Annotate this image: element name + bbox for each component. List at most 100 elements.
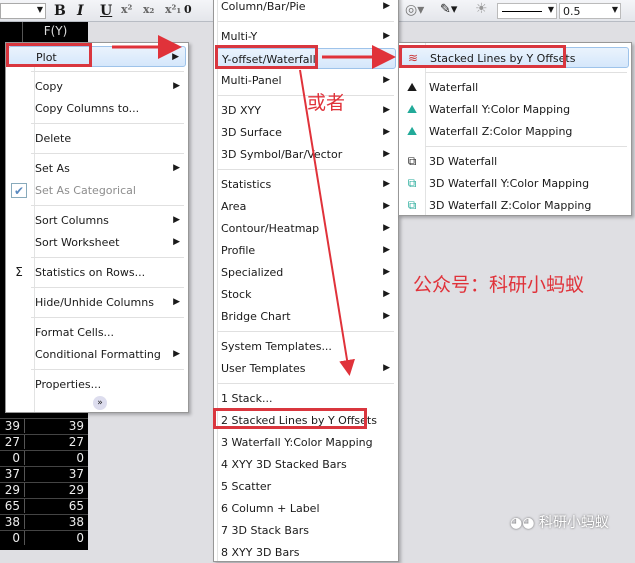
menu-separator <box>31 287 184 288</box>
menu-item-multi-panel[interactable]: Multi-Panel ▶ <box>216 70 396 91</box>
subscript-button[interactable]: x₂ <box>143 3 154 16</box>
superscript-button[interactable]: x² <box>121 3 132 16</box>
menu-item-waterfall-y-color-mapping[interactable]: ⛰ Waterfall Y:Color Mapping <box>401 99 629 120</box>
menu-item-area[interactable]: Area ▶ <box>216 196 396 217</box>
menu-item-3d-waterfall-z-color-mapping[interactable]: ⧉ 3D Waterfall Z:Color Mapping <box>401 195 629 216</box>
menu-item-label: Waterfall <box>429 81 479 94</box>
wechat-watermark: ◕◕ 科研小蚂蚁 <box>510 512 609 532</box>
menu-separator <box>425 146 627 147</box>
menu-item-copy-columns-to[interactable]: Copy Columns to... <box>8 98 186 119</box>
menu-item-3-waterfall-y-color-mapping[interactable]: 3 Waterfall Y:Color Mapping <box>216 432 396 453</box>
submenu-arrow-icon: ▶ <box>382 54 389 64</box>
table-row[interactable]: 00 <box>0 530 88 546</box>
menu-item-3d-xyy[interactable]: 3D XYY ▶ <box>216 100 396 121</box>
table-cell[interactable]: 27 <box>0 435 20 449</box>
table-cell[interactable]: 37 <box>24 467 84 481</box>
menu-item-3d-surface[interactable]: 3D Surface ▶ <box>216 122 396 143</box>
menu-item-multi-y[interactable]: Multi-Y ▶ <box>216 26 396 47</box>
bold-button[interactable]: B <box>54 3 66 19</box>
menu-item-1-stack[interactable]: 1 Stack... <box>216 388 396 409</box>
menu-item-delete[interactable]: Delete <box>8 128 186 149</box>
chevron-down-icon: ▼ <box>36 5 43 14</box>
font-size-dropdown[interactable]: ▼ <box>0 3 46 19</box>
waterfall-z-color-icon: ⛰ <box>406 124 418 138</box>
menu-item-copy[interactable]: Copy ▶ <box>8 76 186 97</box>
table-cell[interactable]: 38 <box>24 515 84 529</box>
menu-item-sort-columns[interactable]: Sort Columns ▶ <box>8 210 186 231</box>
menu-item-label: Column/Bar/Pie <box>221 0 306 13</box>
table-row[interactable]: 39 39 <box>0 418 88 434</box>
line-width-dropdown[interactable]: 0.5 ▼ <box>559 3 621 19</box>
table-row[interactable]: 37 37 <box>0 466 88 482</box>
menu-item-statistics-on-rows[interactable]: Σ Statistics on Rows... <box>8 262 186 283</box>
table-cell[interactable]: 27 <box>24 435 84 449</box>
menu-item-label: 3D Waterfall <box>429 155 498 168</box>
menu-item-contour-heatmap[interactable]: Contour/Heatmap ▶ <box>216 218 396 239</box>
menu-item-bridge-chart[interactable]: Bridge Chart ▶ <box>216 306 396 327</box>
menu-item-conditional-formatting[interactable]: Conditional Formatting ▶ <box>8 344 186 365</box>
table-cell[interactable]: 39 <box>0 419 20 433</box>
menu-item-column-bar-pie[interactable]: Column/Bar/Pie ▶ <box>216 0 396 17</box>
menu-item-label: Statistics on Rows... <box>35 266 146 279</box>
table-cell[interactable]: 0 <box>0 531 20 545</box>
or-annotation: 或者 <box>307 92 346 114</box>
submenu-arrow-icon: ▶ <box>383 201 390 211</box>
italic-button[interactable]: I <box>77 3 84 19</box>
table-row[interactable]: 38 38 <box>0 514 88 530</box>
menu-separator <box>31 257 184 258</box>
menu-item-set-as[interactable]: Set As ▶ <box>8 158 186 179</box>
menu-item-system-templates[interactable]: System Templates... <box>216 336 396 357</box>
menu-item-3d-symbol-bar-vector[interactable]: 3D Symbol/Bar/Vector ▶ <box>216 144 396 165</box>
menu-item-sort-worksheet[interactable]: Sort Worksheet ▶ <box>8 232 186 253</box>
menu-item-stock[interactable]: Stock ▶ <box>216 284 396 305</box>
submenu-arrow-icon: ▶ <box>383 267 390 277</box>
light-icon[interactable]: ☀ <box>475 1 488 17</box>
menu-separator <box>217 169 394 170</box>
menu-item-3d-waterfall[interactable]: ⧉ 3D Waterfall <box>401 151 629 172</box>
submenu-arrow-icon: ▶ <box>383 105 390 115</box>
line-color-icon[interactable]: ✎▾ <box>440 2 457 17</box>
table-row[interactable]: 00 <box>0 450 88 466</box>
expand-chevron-icon[interactable]: » <box>93 396 107 410</box>
table-row[interactable]: 29 29 <box>0 482 88 498</box>
underline-button[interactable]: U <box>100 3 112 19</box>
table-cell[interactable]: 29 <box>24 483 84 497</box>
menu-item-3d-waterfall-y-color-mapping[interactable]: ⧉ 3D Waterfall Y:Color Mapping <box>401 173 629 194</box>
supsub-button[interactable]: x²₁ <box>165 3 181 16</box>
menu-item-7-3d-stack-bars[interactable]: 7 3D Stack Bars <box>216 520 396 541</box>
menu-item-properties[interactable]: Properties... <box>8 374 186 395</box>
menu-separator <box>31 317 184 318</box>
menu-item-label: Conditional Formatting <box>35 348 161 361</box>
menu-item-waterfall[interactable]: ⛰ Waterfall <box>401 77 629 98</box>
menu-separator <box>31 71 184 72</box>
column-header[interactable]: F(Y) <box>22 22 88 44</box>
menu-item-set-as-categorical[interactable]: ✔ Set As Categorical <box>8 180 186 201</box>
table-cell[interactable]: 65 <box>24 499 84 513</box>
line-style-dropdown[interactable]: ▼ <box>497 3 557 19</box>
menu-item-label: Set As Categorical <box>35 184 136 197</box>
menu-item-statistics[interactable]: Statistics ▶ <box>216 174 396 195</box>
table-cell[interactable]: 0 <box>0 451 20 465</box>
menu-item-8-xyy-3d-bars[interactable]: 8 XYY 3D Bars <box>216 542 396 563</box>
fill-color-icon[interactable]: ◎▾ <box>405 2 424 18</box>
table-cell[interactable]: 37 <box>0 467 20 481</box>
menu-item-4-xyy-3d-stacked-bars[interactable]: 4 XYY 3D Stacked Bars <box>216 454 396 475</box>
menu-item-waterfall-z-color-mapping[interactable]: ⛰ Waterfall Z:Color Mapping <box>401 121 629 142</box>
menu-item-user-templates[interactable]: User Templates ▶ <box>216 358 396 379</box>
table-row[interactable]: 65 65 <box>0 498 88 514</box>
table-cell[interactable]: 65 <box>0 499 20 513</box>
menu-item-label: Multi-Panel <box>221 74 282 87</box>
table-cell[interactable]: 0 <box>24 451 84 465</box>
table-cell[interactable]: 39 <box>24 419 84 433</box>
menu-item-format-cells[interactable]: Format Cells... <box>8 322 186 343</box>
table-row[interactable]: 27 27 <box>0 434 88 450</box>
menu-item-5-scatter[interactable]: 5 Scatter <box>216 476 396 497</box>
table-cell[interactable]: 29 <box>0 483 20 497</box>
menu-item-hide-unhide-columns[interactable]: Hide/Unhide Columns ▶ <box>8 292 186 313</box>
table-cell[interactable]: 38 <box>0 515 20 529</box>
menu-item-profile[interactable]: Profile ▶ <box>216 240 396 261</box>
table-cell[interactable]: 0 <box>24 531 84 545</box>
menu-item-6-column-label[interactable]: 6 Column + Label <box>216 498 396 519</box>
account-annotation: 公众号：科研小蚂蚁 <box>413 274 585 296</box>
menu-item-specialized[interactable]: Specialized ▶ <box>216 262 396 283</box>
